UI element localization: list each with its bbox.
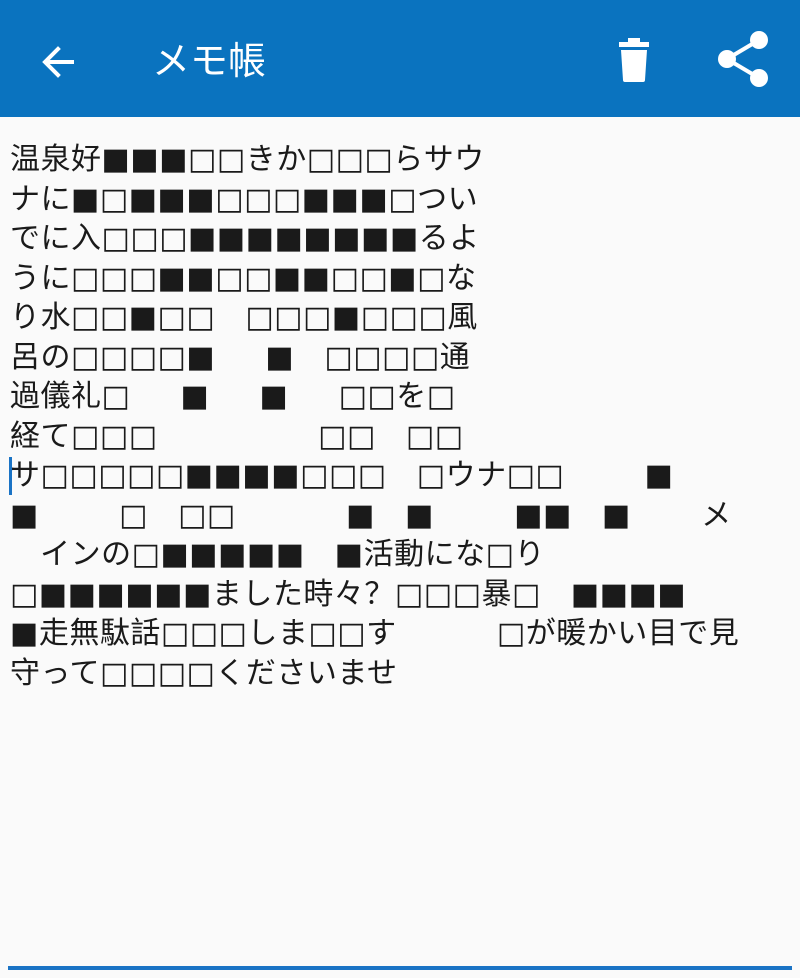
text-field-underline bbox=[8, 966, 792, 970]
share-icon bbox=[718, 31, 768, 87]
memo-line: サ□□□□□■■■■□□□ □ウナ□□ ■ bbox=[10, 458, 674, 493]
memo-line: ■ □ □□ ■ ■ ■■ ■ メ bbox=[10, 497, 732, 533]
memo-line: 温泉好■■■□□きか□□□らサウ bbox=[10, 142, 485, 177]
memo-line: インの□■■■■■ ■活動にな□り bbox=[10, 537, 545, 572]
back-button[interactable] bbox=[28, 32, 88, 92]
memo-text-area[interactable]: 温泉好■■■□□きか□□□らサウ ナに■□■■■□□□■■■□つい でに入□□□… bbox=[10, 140, 795, 960]
trash-icon bbox=[619, 38, 649, 82]
memo-line: り水□□■□□ □□□■□□□風 bbox=[10, 300, 478, 335]
arrow-left-icon bbox=[42, 46, 74, 78]
page-title: メモ帳 bbox=[152, 39, 267, 83]
app-bar: メモ帳 bbox=[0, 0, 800, 117]
memo-line: 経て□□□ □□ □□ bbox=[10, 418, 464, 454]
delete-button[interactable] bbox=[604, 30, 664, 90]
memo-line: でに入□□□■■■■■■■■るよ bbox=[10, 221, 480, 256]
memo-line: 過儀礼□ ■ ■ □□を□ bbox=[10, 379, 456, 414]
memo-line: 呂の□□□□■ ■ □□□□通 bbox=[10, 339, 471, 375]
share-button[interactable] bbox=[708, 24, 778, 94]
text-cursor bbox=[9, 457, 12, 495]
memo-line: ■走無駄話□□□しま□□す □が暖かい目で見 bbox=[10, 616, 740, 651]
memo-line: ナに■□■■■□□□■■■□つい bbox=[10, 181, 479, 217]
memo-line: □■■■■■■ました時々？□□□暴□ ■■■■ bbox=[10, 576, 687, 612]
memo-line: 守って□□□□くださいませ bbox=[10, 655, 398, 691]
memo-line: うに□□□■■□□■■□□■□な bbox=[10, 260, 477, 296]
